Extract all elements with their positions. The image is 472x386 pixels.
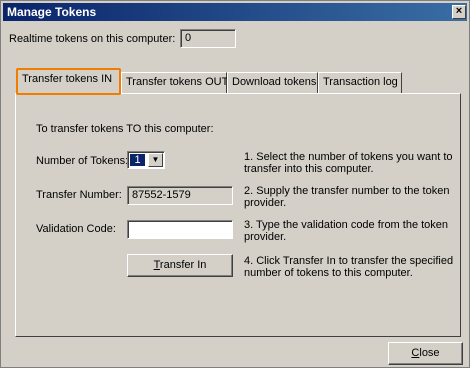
step-4: 4. Click Transfer In to transfer the spe… [244,255,454,279]
validation-code-label: Validation Code: [36,223,116,235]
validation-code-input[interactable] [127,220,233,239]
step-3: 3. Type the validation code from the tok… [244,219,449,243]
background-strip [0,368,472,386]
intro-text: To transfer tokens TO this computer: [36,123,214,135]
manage-tokens-dialog: Manage Tokens × Realtime tokens on this … [0,0,470,368]
number-of-tokens-value: 1 [130,154,145,166]
chevron-down-icon[interactable]: ▼ [148,153,163,167]
number-of-tokens-select[interactable]: 1 ▼ [127,151,165,169]
step-1: 1. Select the number of tokens you want … [244,151,453,175]
transfer-number-field: 87552-1579 [127,186,233,205]
step-2: 2. Supply the transfer number to the tok… [244,185,450,209]
transfer-number-label: Transfer Number: [36,189,122,201]
close-button[interactable]: Close [388,342,463,365]
transfer-in-button[interactable]: Transfer In [127,254,233,277]
number-of-tokens-label: Number of Tokens: [36,155,129,167]
transfer-in-label: ransfer In [159,259,207,271]
close-label: lose [419,347,440,359]
